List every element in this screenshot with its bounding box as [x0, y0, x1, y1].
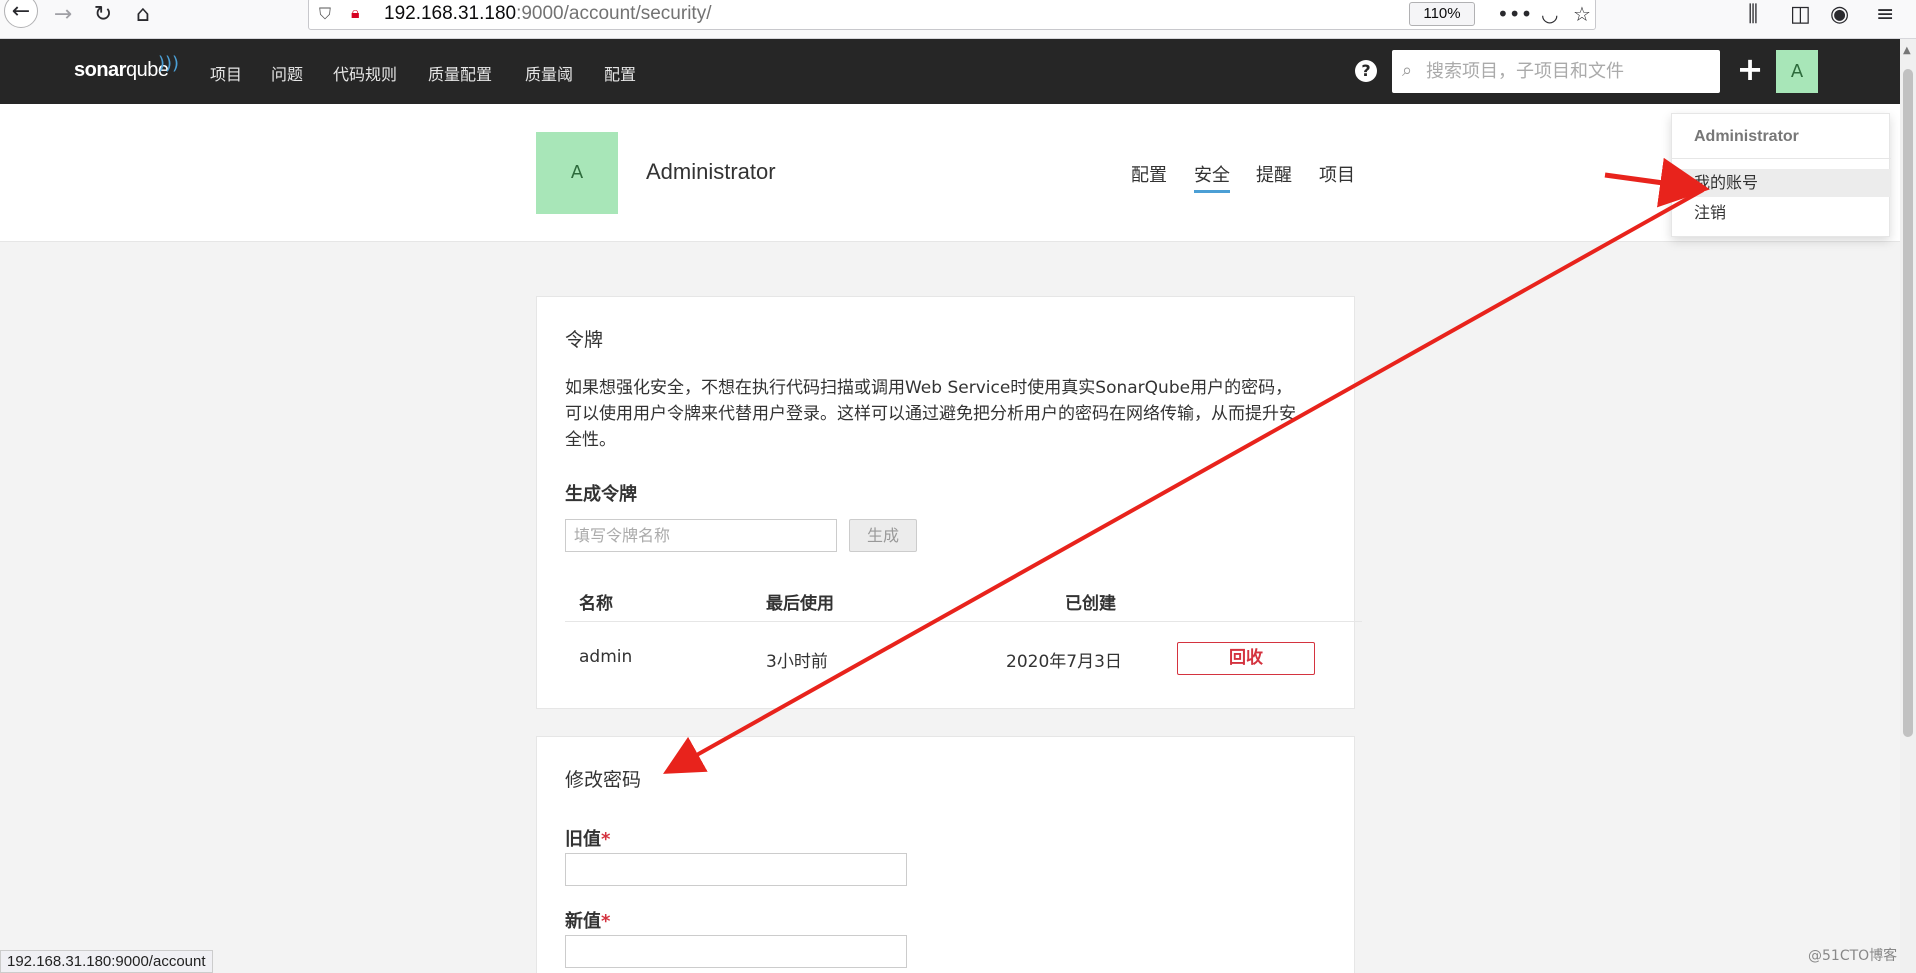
scrollbar-thumb[interactable]: [1903, 69, 1913, 737]
forward-arrow-icon[interactable]: →: [46, 0, 80, 28]
back-arrow-icon[interactable]: ←: [4, 0, 38, 28]
nav-quality-gates[interactable]: 质量阈: [525, 61, 573, 85]
logo-wave-icon: ))): [158, 53, 180, 74]
required-mark: *: [601, 829, 611, 850]
token-created-cell: 2020年7月3日: [1006, 652, 1122, 672]
generate-button[interactable]: 生成: [849, 519, 917, 552]
tab-projects[interactable]: 项目: [1319, 161, 1355, 187]
library-icon[interactable]: ⫼: [1748, 2, 1758, 27]
token-name-input[interactable]: [565, 519, 837, 552]
zoom-level-badge[interactable]: 110%: [1409, 2, 1475, 26]
old-password-label-text: 旧值: [565, 829, 601, 850]
nav-quality-profiles[interactable]: 质量配置: [428, 61, 492, 85]
generate-token-title: 生成令牌: [565, 484, 637, 505]
account-header: A Administrator 配置 安全 提醒 项目: [0, 104, 1900, 242]
required-mark: *: [601, 911, 611, 932]
token-name-cell: admin: [579, 647, 633, 667]
menu-item-my-account[interactable]: 我的账号: [1672, 169, 1891, 197]
nav-projects[interactable]: 项目: [210, 61, 242, 85]
user-dropdown-menu: Administrator 我的账号 注销: [1671, 113, 1891, 237]
hamburger-menu-icon[interactable]: ≡: [1876, 2, 1894, 27]
create-plus-button[interactable]: +: [1734, 49, 1766, 89]
account-icon[interactable]: ◉: [1830, 2, 1849, 27]
browser-toolbar: ← → ↻ ⌂ ⛉ 🔒︎ 192.168.31.180:9000/account…: [0, 0, 1916, 39]
page-scrollbar[interactable]: ▲: [1900, 39, 1916, 973]
tab-notifications[interactable]: 提醒: [1256, 161, 1292, 187]
user-avatar-button[interactable]: A: [1776, 50, 1818, 93]
avatar: A: [536, 132, 618, 214]
old-password-label: 旧值*: [565, 825, 610, 851]
more-actions-icon[interactable]: •••: [1497, 2, 1532, 26]
col-header-name: 名称: [579, 594, 613, 614]
nav-rules[interactable]: 代码规则: [333, 61, 397, 85]
url-bar[interactable]: ⛉ 🔒︎ 192.168.31.180:9000/account/securit…: [308, 0, 1596, 30]
logo-text-bold: sonar: [74, 59, 126, 81]
dropdown-header: Administrator: [1694, 128, 1799, 145]
col-header-last-used: 最后使用: [766, 594, 834, 614]
revoke-button[interactable]: 回收: [1177, 642, 1315, 675]
sonarqube-logo[interactable]: sonarqube: [74, 59, 169, 82]
url-path: :9000/account/security/: [516, 3, 712, 24]
reload-icon[interactable]: ↻: [86, 0, 120, 28]
home-icon[interactable]: ⌂: [126, 0, 160, 28]
url-text[interactable]: 192.168.31.180:9000/account/security/: [384, 3, 711, 25]
new-password-input[interactable]: [565, 935, 907, 968]
sonarqube-navbar: sonarqube ))) 项目 问题 代码规则 质量配置 质量阈 配置 ? ⌕…: [0, 39, 1900, 104]
change-password-title: 修改密码: [565, 769, 642, 791]
tokens-description: 如果想强化安全，不想在执行代码扫描或调用Web Service时使用真实Sona…: [565, 378, 1296, 450]
new-password-label-text: 新值: [565, 911, 601, 932]
bookmark-star-icon[interactable]: ☆: [1573, 2, 1591, 26]
table-divider: [565, 621, 1362, 622]
url-host: 192.168.31.180: [384, 3, 517, 24]
user-name: Administrator: [646, 159, 776, 184]
tab-profile[interactable]: 配置: [1131, 161, 1167, 187]
watermark: @51CTO博客: [1808, 948, 1898, 964]
tab-security[interactable]: 安全: [1194, 161, 1230, 193]
link-status-bar: 192.168.31.180:9000/account: [0, 950, 213, 973]
shield-icon[interactable]: ⛉: [319, 4, 331, 24]
menu-item-logout[interactable]: 注销: [1672, 199, 1891, 227]
help-icon[interactable]: ?: [1355, 60, 1377, 82]
scroll-up-arrow-icon[interactable]: ▲: [1903, 45, 1911, 56]
old-password-input[interactable]: [565, 853, 907, 886]
nav-issues[interactable]: 问题: [271, 61, 303, 85]
dropdown-divider: [1672, 158, 1891, 159]
tokens-card: 令牌 如果想强化安全，不想在执行代码扫描或调用Web Service时使用真实S…: [536, 296, 1362, 709]
sidebar-icon[interactable]: ◫: [1790, 2, 1811, 27]
token-last-used-cell: 3小时前: [766, 652, 828, 672]
col-header-created: 已创建: [1065, 594, 1116, 614]
tokens-title: 令牌: [565, 329, 604, 351]
global-search[interactable]: ⌕: [1392, 50, 1720, 93]
change-password-card: 修改密码 旧值* 新值*: [536, 736, 1355, 973]
new-password-label: 新值*: [565, 907, 610, 933]
search-input[interactable]: [1426, 50, 1716, 93]
pocket-icon[interactable]: ◡: [1541, 2, 1558, 26]
insecure-lock-icon[interactable]: 🔒︎: [351, 3, 360, 23]
nav-administration[interactable]: 配置: [604, 61, 636, 85]
search-icon: ⌕: [1402, 60, 1413, 81]
